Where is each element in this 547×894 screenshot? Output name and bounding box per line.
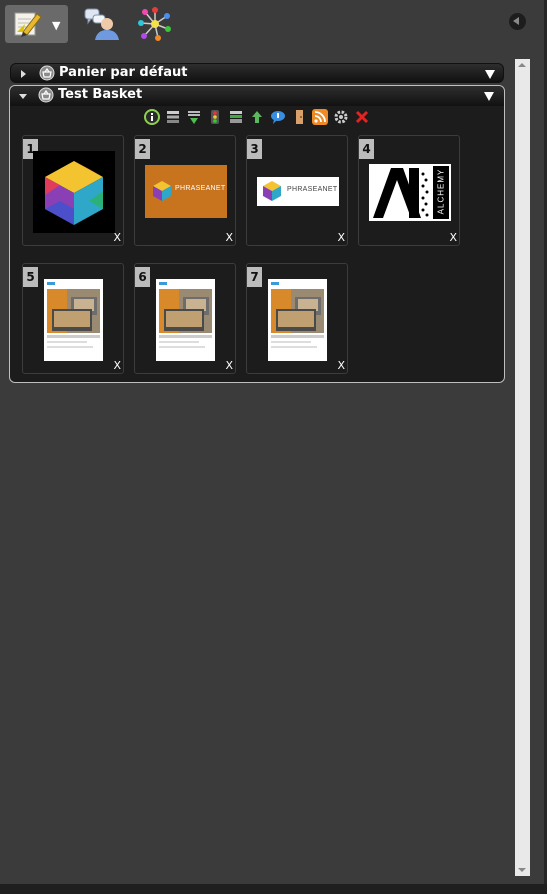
- basket-item[interactable]: 2 PHRASEANET X: [134, 135, 236, 246]
- basket-item[interactable]: 1 X: [22, 135, 124, 246]
- remove-item-button[interactable]: X: [337, 359, 345, 372]
- top-toolbar: ▼: [0, 0, 547, 46]
- item-number: 4: [359, 139, 374, 159]
- edit-pencil-icon: [14, 12, 42, 37]
- remove-item-button[interactable]: X: [449, 231, 457, 244]
- item-number: 7: [247, 267, 262, 287]
- alchemy-label-bar: ALCHEMY: [433, 166, 449, 219]
- network-star-icon[interactable]: [138, 7, 172, 41]
- list-icon[interactable]: [165, 109, 181, 125]
- basket-header-test[interactable]: Test Basket: [10, 86, 504, 106]
- vertical-scrollbar[interactable]: [515, 59, 530, 876]
- edit-menu-button[interactable]: ▼: [5, 5, 68, 43]
- alchemy-logo-icon: [373, 168, 429, 218]
- item-thumbnail[interactable]: PHRASEANET: [257, 177, 339, 206]
- basket-title[interactable]: Panier par défaut: [59, 65, 187, 80]
- basket-title[interactable]: Test Basket: [58, 87, 142, 102]
- dropdown-arrow-icon[interactable]: [485, 70, 495, 79]
- users-chat-icon[interactable]: [83, 6, 121, 42]
- item-thumbnail[interactable]: [44, 279, 103, 361]
- door-icon[interactable]: [291, 109, 307, 125]
- remove-item-button[interactable]: X: [113, 359, 121, 372]
- phraseanet-logo-icon: [153, 181, 171, 201]
- remove-item-button[interactable]: X: [113, 231, 121, 244]
- traffic-light-icon[interactable]: [207, 109, 223, 125]
- chevron-down-icon[interactable]: [19, 94, 27, 99]
- remove-item-button[interactable]: X: [225, 231, 233, 244]
- thumbnail-label: PHRASEANET: [287, 186, 338, 193]
- item-number: 3: [247, 139, 262, 159]
- item-thumbnail[interactable]: [156, 279, 215, 361]
- rss-icon[interactable]: [312, 109, 328, 125]
- item-number: 5: [23, 267, 38, 287]
- basket-item[interactable]: 4 ALCHEMY X: [358, 135, 460, 246]
- basket-item[interactable]: 6 X: [134, 263, 236, 374]
- chevron-right-icon[interactable]: [21, 70, 26, 78]
- item-thumbnail[interactable]: [268, 279, 327, 361]
- phraseanet-logo-icon: [263, 181, 281, 201]
- dropdown-arrow-icon[interactable]: [484, 92, 494, 101]
- item-number: 2: [135, 139, 150, 159]
- basket-header-default[interactable]: Panier par défaut: [10, 63, 504, 83]
- chevron-down-icon: ▼: [52, 19, 61, 32]
- basket-icon: [38, 87, 54, 103]
- thumbnail-label: ALCHEMY: [436, 168, 446, 215]
- item-thumbnail[interactable]: [33, 151, 115, 233]
- basket-item[interactable]: 3 PHRASEANET X: [246, 135, 348, 246]
- recycle-icon[interactable]: [249, 109, 265, 125]
- basket-item[interactable]: 7 X: [246, 263, 348, 374]
- remove-item-button[interactable]: X: [337, 231, 345, 244]
- scroll-up-icon[interactable]: [518, 63, 526, 67]
- thumbnail-label: PHRASEANET: [175, 185, 226, 192]
- basket-icon: [39, 65, 55, 81]
- item-number: 6: [135, 267, 150, 287]
- delete-icon[interactable]: [354, 109, 370, 125]
- scroll-down-icon[interactable]: [518, 868, 526, 872]
- download-icon[interactable]: [186, 109, 202, 125]
- item-thumbnail[interactable]: PHRASEANET: [145, 165, 227, 218]
- chat-bubble-icon[interactable]: [270, 109, 286, 125]
- item-thumbnail[interactable]: ALCHEMY: [369, 164, 451, 221]
- info-icon[interactable]: [144, 109, 160, 125]
- remove-item-button[interactable]: X: [225, 359, 233, 372]
- panel-bottom-edge: [0, 884, 547, 894]
- collapse-left-icon[interactable]: [509, 13, 526, 30]
- basket-item[interactable]: 5 X: [22, 263, 124, 374]
- archive-icon[interactable]: [228, 109, 244, 125]
- settings-icon[interactable]: [333, 109, 349, 125]
